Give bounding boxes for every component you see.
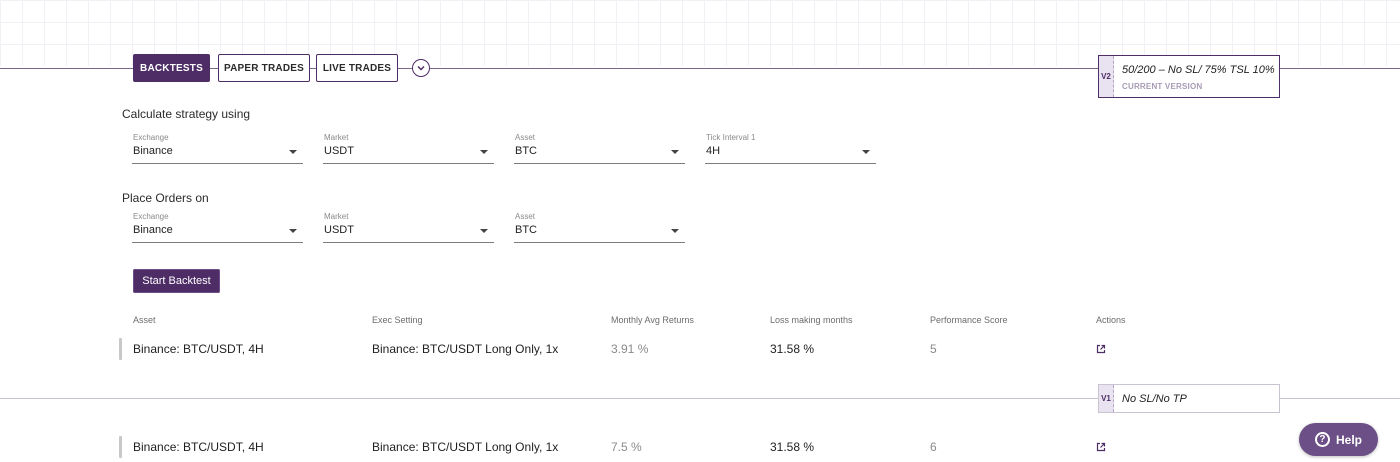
dropdown-caret-icon <box>289 229 297 233</box>
field-value: Binance <box>133 224 173 236</box>
expand-tabs-button[interactable] <box>412 59 430 77</box>
field-label: Exchange <box>133 212 169 221</box>
dropdown-caret-icon <box>480 150 488 154</box>
external-link-icon[interactable] <box>1096 442 1106 452</box>
row-1-performance-score: 5 <box>930 342 937 356</box>
field-label: Exchange <box>133 133 169 142</box>
divider-mid-right <box>1280 398 1400 399</box>
field-underline <box>514 163 685 164</box>
field-underline <box>514 242 685 243</box>
field-label: Asset <box>515 212 536 221</box>
field-value: Binance <box>133 145 173 157</box>
row-1-exec-setting: Binance: BTC/USDT Long Only, 1x <box>372 342 559 356</box>
row-1-monthly-returns: 3.91 % <box>611 342 649 356</box>
dropdown-caret-icon <box>480 229 488 233</box>
row-2-monthly-returns: 7.5 % <box>611 440 642 454</box>
field-value: USDT <box>324 224 354 236</box>
field-label: Market <box>324 133 349 142</box>
column-header-asset: Asset <box>133 315 156 325</box>
row-2-performance-score: 6 <box>930 440 937 454</box>
version-subtitle: CURRENT VERSION <box>1122 82 1203 91</box>
help-icon: ? <box>1314 432 1330 447</box>
field-underline <box>132 163 303 164</box>
row-2-exec-setting: Binance: BTC/USDT Long Only, 1x <box>372 440 559 454</box>
field-underline <box>323 242 494 243</box>
field-underline <box>705 163 876 164</box>
column-header-loss-months: Loss making months <box>770 315 853 325</box>
divider-mid <box>0 398 1098 399</box>
field-underline <box>132 242 303 243</box>
version-title: 50/200 – No SL/ 75% TSL 10% <box>1122 64 1275 76</box>
help-button[interactable]: ? Help <box>1299 423 1378 456</box>
calculate-section-title: Calculate strategy using <box>122 107 251 121</box>
row-indicator <box>119 338 122 360</box>
field-underline <box>323 163 494 164</box>
tab-live-trades[interactable]: LIVE TRADES <box>316 54 398 82</box>
row-2-asset: Binance: BTC/USDT, 4H <box>133 440 264 454</box>
column-header-actions: Actions <box>1096 315 1126 325</box>
field-value: BTC <box>515 145 537 157</box>
external-link-icon[interactable] <box>1096 344 1106 354</box>
version-card-previous[interactable]: V1 No SL/No TP <box>1098 384 1280 413</box>
dropdown-caret-icon <box>671 229 679 233</box>
field-label: Asset <box>515 133 536 142</box>
field-label: Market <box>324 212 349 221</box>
row-2-loss-months: 31.58 % <box>770 440 815 454</box>
field-value: USDT <box>324 145 354 157</box>
dropdown-caret-icon <box>671 150 679 154</box>
row-1-asset: Binance: BTC/USDT, 4H <box>133 342 264 356</box>
version-title: No SL/No TP <box>1122 393 1187 405</box>
column-header-performance-score: Performance Score <box>930 315 1008 325</box>
dropdown-caret-icon <box>289 150 297 154</box>
chevron-down-icon <box>417 65 425 71</box>
tab-backtests[interactable]: BACKTESTS <box>133 54 210 82</box>
dropdown-caret-icon <box>862 150 870 154</box>
field-value: 4H <box>706 145 721 157</box>
row-indicator <box>119 436 122 458</box>
place-orders-section-title: Place Orders on <box>122 191 209 205</box>
version-badge: V2 <box>1099 56 1114 97</box>
field-value: BTC <box>515 224 537 236</box>
version-badge: V1 <box>1099 385 1114 412</box>
start-backtest-button[interactable]: Start Backtest <box>133 269 220 293</box>
tab-paper-trades[interactable]: PAPER TRADES <box>218 54 310 82</box>
column-header-monthly-returns: Monthly Avg Returns <box>611 315 694 325</box>
row-1-loss-months: 31.58 % <box>770 342 815 356</box>
field-label: Tick Interval 1 <box>706 133 756 142</box>
version-card-current[interactable]: V2 50/200 – No SL/ 75% TSL 10% CURRENT V… <box>1098 55 1280 98</box>
help-label: Help <box>1335 432 1362 447</box>
column-header-exec-setting: Exec Setting <box>372 315 423 325</box>
